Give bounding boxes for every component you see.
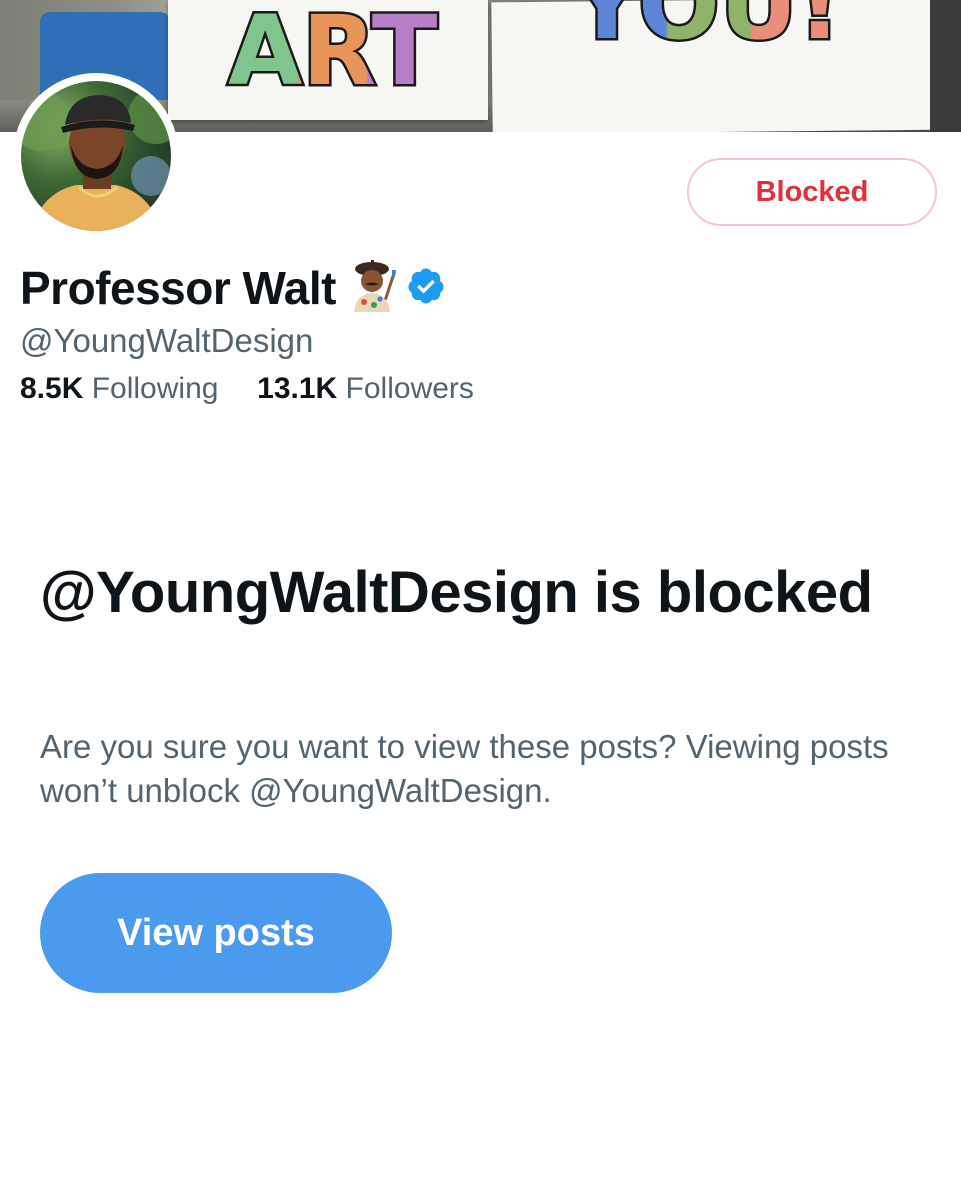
blocked-notice-description: Are you sure you want to view these post… [40,728,889,809]
banner-you-word: YOU! [571,0,841,61]
following-label: Following [91,372,219,405]
blocked-button[interactable]: Blocked [687,158,937,226]
profile-avatar[interactable] [13,73,179,239]
profile-name: Professor Walt [20,262,336,314]
profile-stats: 8.5K Following 13.1K Followers [20,372,474,406]
view-posts-button[interactable]: View posts [40,873,392,993]
blocked-notice-title: @YoungWaltDesign is blocked [40,560,873,625]
banner-art-word: ART [228,0,437,107]
artist-emoji-icon [350,259,400,317]
verified-badge-icon[interactable] [406,266,446,311]
following-count: 8.5K [20,372,84,405]
followers-link[interactable]: 13.1K Followers [257,372,474,405]
followers-count: 13.1K [257,372,338,405]
followers-label: Followers [345,372,474,405]
following-link[interactable]: 8.5K Following [20,372,227,405]
profile-name-row: Professor Walt [20,258,446,318]
profile-handle: @YoungWaltDesign [20,322,314,359]
avatar-photo [21,81,171,231]
